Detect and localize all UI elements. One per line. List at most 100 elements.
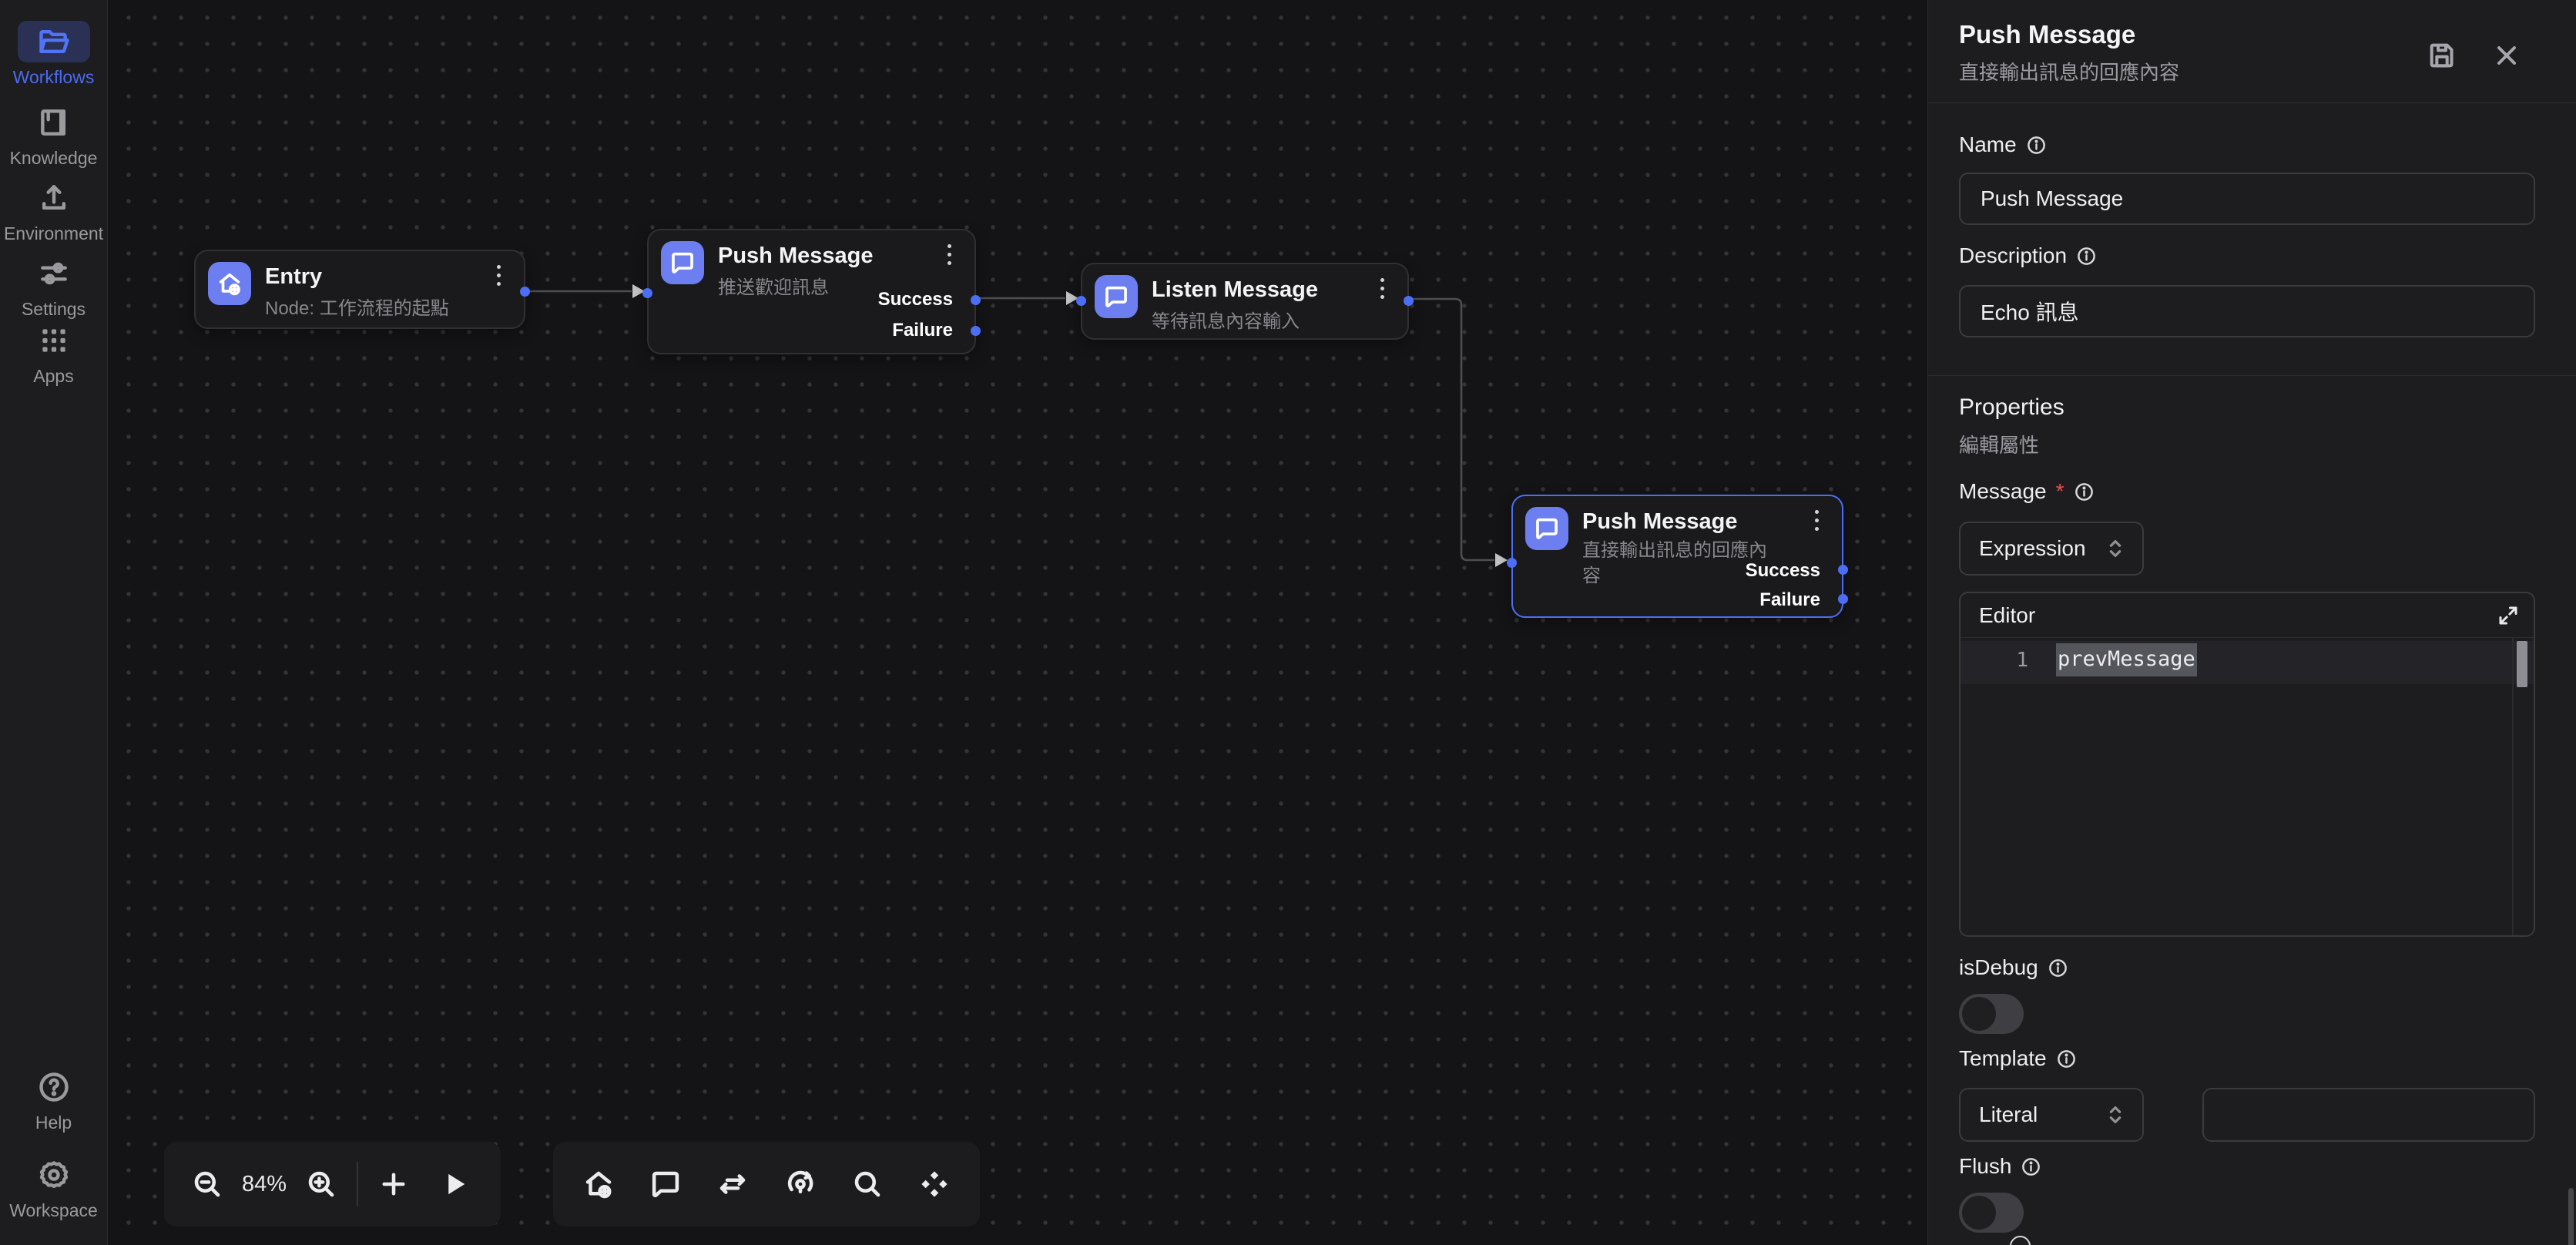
properties-section-subtitle: 編輯屬性: [1959, 430, 2039, 458]
upload-icon: [37, 181, 71, 215]
active-line-highlight: [1961, 641, 2534, 684]
info-icon[interactable]: [2026, 135, 2047, 156]
template-value-input[interactable]: [2202, 1088, 2535, 1142]
sidebar: Workflows Knowledge Environment Settings: [0, 0, 108, 1245]
node-menu-button[interactable]: [1806, 510, 1826, 531]
chat-bubble-icon: [661, 241, 704, 284]
info-icon[interactable]: [2021, 1156, 2041, 1177]
name-input[interactable]: [1959, 173, 2535, 225]
add-node-button[interactable]: [372, 1163, 415, 1206]
add-message-node-button[interactable]: [644, 1163, 687, 1206]
message-type-select[interactable]: Expression: [1959, 522, 2144, 576]
node-menu-button[interactable]: [1372, 278, 1392, 299]
isdebug-toggle[interactable]: [1959, 994, 2024, 1034]
name-label-text: Name: [1959, 133, 2017, 157]
flush-label-text: Flush: [1959, 1154, 2011, 1179]
search-button[interactable]: [846, 1163, 889, 1206]
close-panel-button[interactable]: [2491, 40, 2522, 71]
editor-scrollbar-track: [2512, 638, 2514, 935]
expand-icon: [2497, 604, 2520, 627]
code-editor-area[interactable]: 1 prevMessage: [1961, 638, 2534, 935]
node-title: Push Message: [718, 243, 873, 269]
sidebar-item-knowledge[interactable]: Knowledge: [0, 102, 107, 169]
sidebar-item-environment[interactable]: Environment: [0, 177, 107, 244]
move-diamonds-icon: [918, 1168, 951, 1200]
save-button[interactable]: [2427, 40, 2457, 71]
node-menu-button[interactable]: [939, 244, 959, 265]
input-port[interactable]: [1076, 296, 1086, 306]
node-menu-button[interactable]: [488, 265, 508, 286]
expression-editor: Editor 1 prevMessage: [1959, 592, 2535, 937]
node-push-message-2[interactable]: Push Message 直接輸出訊息的回應內容 Success Failure: [1511, 495, 1843, 618]
zoom-out-icon: [191, 1168, 223, 1200]
info-icon[interactable]: [2076, 246, 2097, 267]
workflow-canvas[interactable]: Entry Node: 工作流程的起點 Push Message 推送歡迎訊息 …: [108, 0, 1927, 1245]
swap-connection-button[interactable]: [711, 1163, 754, 1206]
sidebar-item-label: Workspace: [0, 1200, 107, 1221]
message-label-text: Message: [1959, 479, 2047, 504]
editor-scrollbar-thumb[interactable]: [2517, 641, 2527, 687]
isdebug-label-text: isDebug: [1959, 955, 2038, 980]
info-icon[interactable]: [2056, 1049, 2077, 1069]
output-port-failure[interactable]: [1838, 594, 1848, 604]
flush-toggle[interactable]: [1959, 1193, 2024, 1233]
sidebar-item-label: Environment: [0, 223, 107, 244]
info-icon: [2010, 1236, 2031, 1245]
tools-toolbar: [553, 1142, 980, 1227]
output-port-label: Failure: [892, 320, 953, 341]
node-push-message-1[interactable]: Push Message 推送歡迎訊息 Success Failure: [647, 229, 976, 354]
move-canvas-button[interactable]: [913, 1163, 956, 1206]
sidebar-item-help[interactable]: Help: [0, 1066, 107, 1133]
panel-scrollbar-thumb[interactable]: [2568, 1188, 2574, 1245]
input-port[interactable]: [642, 288, 652, 298]
code-content[interactable]: prevMessage: [2056, 647, 2197, 671]
flush-field-label: Flush: [1959, 1154, 2041, 1179]
home-plus-icon: [582, 1168, 615, 1200]
sidebar-item-settings[interactable]: Settings: [0, 253, 107, 320]
sidebar-item-workspace[interactable]: Workspace: [0, 1154, 107, 1221]
input-port[interactable]: [1507, 558, 1517, 568]
sidebar-item-label: Settings: [0, 299, 107, 320]
output-port-success[interactable]: [1838, 565, 1848, 575]
template-field-label: Template: [1959, 1046, 2077, 1071]
gear-icon: [37, 1158, 71, 1192]
search-icon: [851, 1168, 884, 1200]
properties-section-title: Properties: [1959, 394, 2064, 421]
template-type-select[interactable]: Literal: [1959, 1088, 2144, 1142]
expand-editor-button[interactable]: [2497, 604, 2520, 627]
zoom-level[interactable]: 84%: [229, 1172, 300, 1197]
sidebar-item-apps[interactable]: Apps: [0, 320, 107, 387]
run-workflow-button[interactable]: [434, 1163, 477, 1206]
info-icon[interactable]: [2048, 958, 2068, 978]
node-entry[interactable]: Entry Node: 工作流程的起點: [194, 250, 525, 329]
zoom-in-button[interactable]: [300, 1163, 343, 1206]
panel-header: Push Message 直接輸出訊息的回應內容: [1928, 0, 2576, 103]
output-port-label: Failure: [1759, 589, 1820, 611]
add-entry-node-button[interactable]: [577, 1163, 620, 1206]
output-port[interactable]: [520, 287, 530, 297]
zoom-in-icon: [305, 1168, 337, 1200]
sidebar-item-workflows[interactable]: Workflows: [0, 21, 107, 88]
refresh-bulb-icon: [784, 1168, 817, 1200]
zoom-toolbar: 84%: [164, 1142, 501, 1227]
zoom-out-button[interactable]: [186, 1163, 229, 1206]
question-circle-icon: [37, 1070, 71, 1104]
workflows-active-pill: [18, 21, 90, 62]
chat-bubble-icon: [649, 1168, 682, 1200]
selected-code-text: prevMessage: [2056, 643, 2197, 676]
workflow-app: Workflows Knowledge Environment Settings: [0, 0, 2576, 1245]
rerun-button[interactable]: [779, 1163, 822, 1206]
edge-listen-to-push2: [1412, 299, 1494, 560]
sidebar-item-label: Apps: [0, 366, 107, 387]
output-port-failure[interactable]: [971, 326, 981, 336]
node-title: Push Message: [1582, 509, 1737, 535]
info-icon[interactable]: [2074, 482, 2095, 502]
description-input[interactable]: [1959, 285, 2535, 337]
output-port-success[interactable]: [971, 295, 981, 305]
output-port[interactable]: [1404, 296, 1414, 306]
node-subtitle: 等待訊息內容輸入: [1152, 309, 1300, 334]
isdebug-field-label: isDebug: [1959, 955, 2068, 980]
node-subtitle: 推送歡迎訊息: [718, 275, 829, 300]
node-listen-message[interactable]: Listen Message 等待訊息內容輸入: [1081, 263, 1409, 340]
description-label-text: Description: [1959, 243, 2067, 268]
